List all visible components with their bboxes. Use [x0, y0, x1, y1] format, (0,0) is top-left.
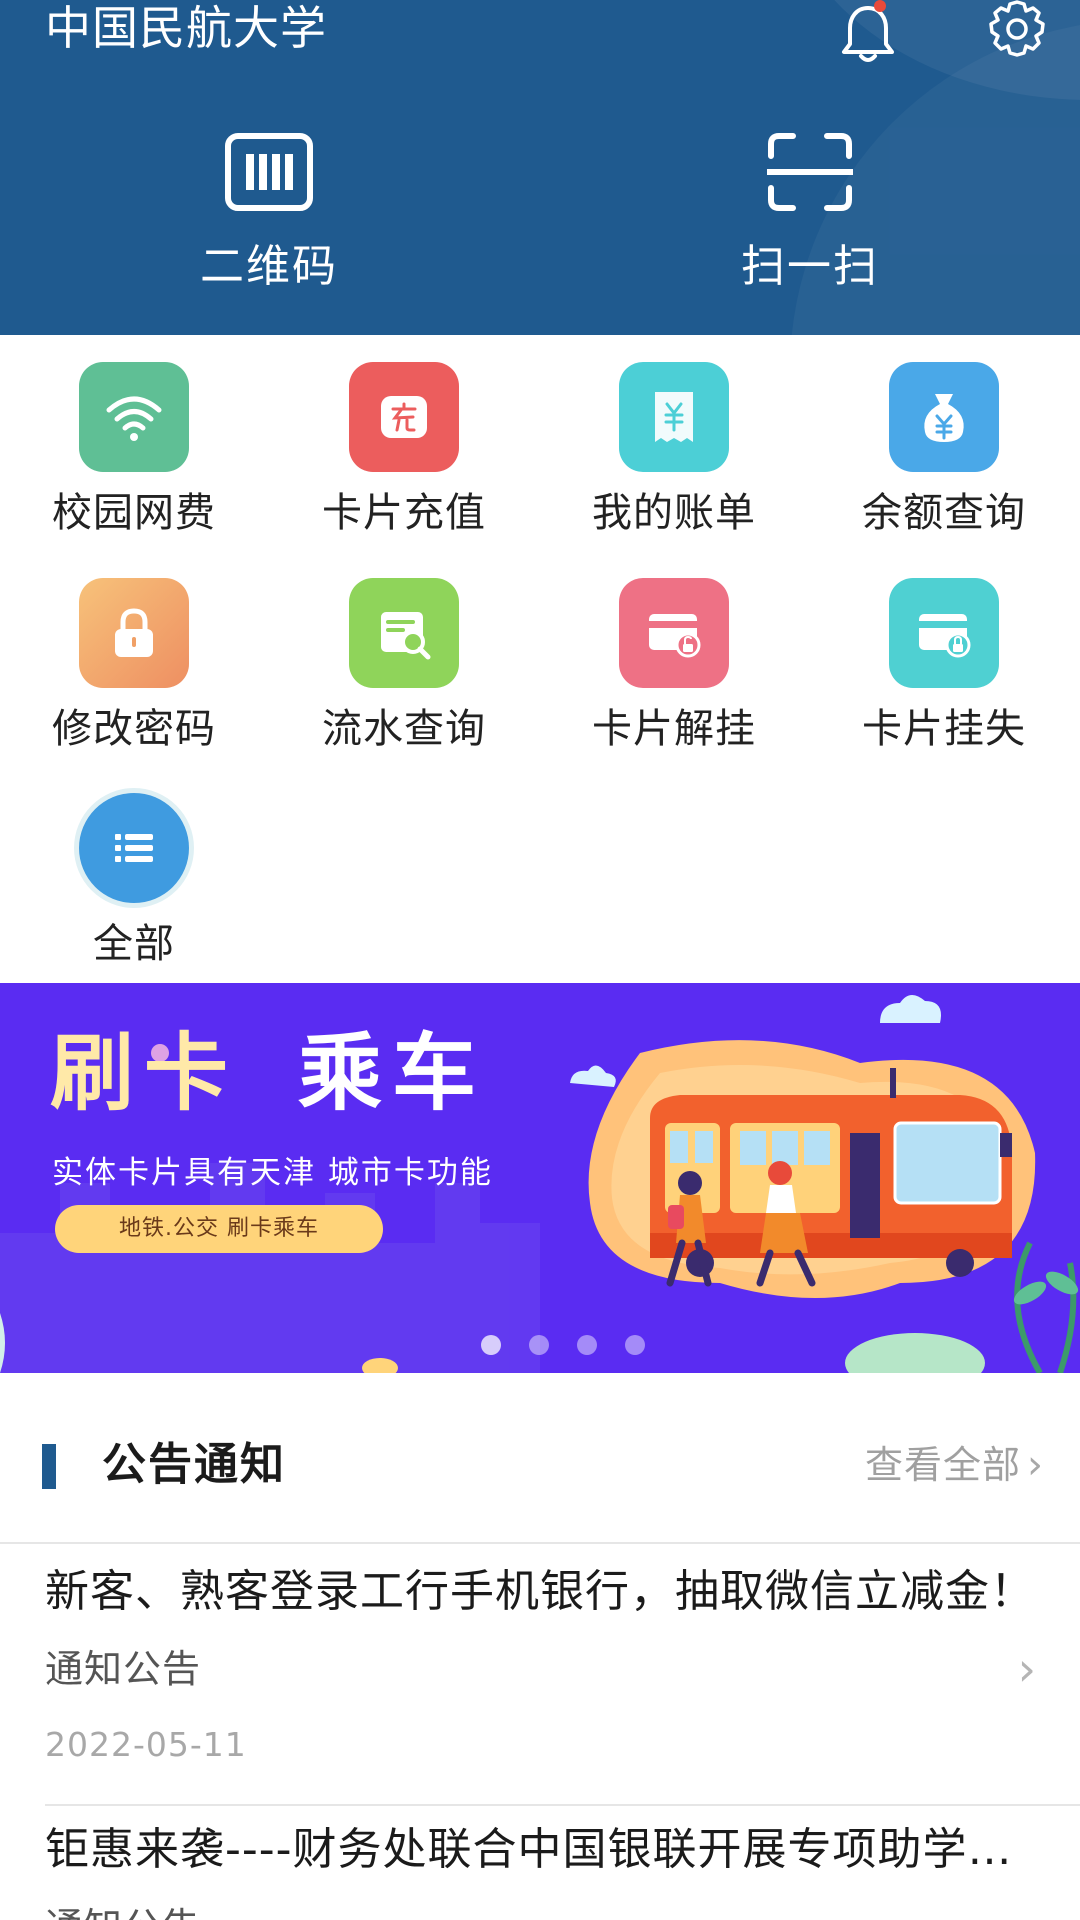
notice-item-date: 2022-05-11	[45, 1725, 247, 1764]
service-all[interactable]: 全部	[24, 793, 244, 993]
carousel-indicator[interactable]	[0, 1335, 1080, 1355]
notice-item-category: 通知公告	[45, 1647, 202, 1691]
card-unlock-icon	[619, 578, 729, 688]
service-label: 校园网费	[52, 490, 216, 536]
banner-subtitle: 实体卡片具有天津 城市卡功能	[52, 1155, 493, 1191]
chevron-right-icon: ›	[1017, 1642, 1036, 1696]
barcode-icon	[225, 133, 313, 211]
service-campus-network[interactable]: 校园网费	[24, 362, 244, 562]
search-record-icon	[349, 578, 459, 688]
service-label: 我的账单	[592, 490, 756, 536]
service-grid: 校园网费 卡片充值 我的账单 余额查询 修改密码 流水查询 卡片解挂 卡片挂失 …	[0, 335, 1080, 983]
wifi-icon	[79, 362, 189, 472]
service-label: 卡片充值	[322, 490, 486, 536]
service-label: 流水查询	[322, 706, 486, 752]
view-all-label: 查看全部	[864, 1443, 1021, 1487]
service-card-recharge[interactable]: 卡片充值	[294, 362, 514, 562]
qrcode-button[interactable]: 二维码	[159, 132, 379, 312]
card-lock-icon	[889, 578, 999, 688]
service-card-report-loss[interactable]: 卡片挂失	[834, 578, 1054, 778]
carousel-dot[interactable]	[577, 1335, 597, 1355]
chevron-right-icon: ›	[1027, 1442, 1044, 1488]
notice-title: 公告通知	[102, 1439, 286, 1490]
qrcode-label: 二维码	[200, 241, 338, 292]
lock-icon	[79, 578, 189, 688]
recharge-icon	[349, 362, 459, 472]
notice-item-title: 新客、熟客登录工行手机银行，抽取微信立减金！	[45, 1566, 1035, 1617]
view-all-link[interactable]: 查看全部 ›	[865, 1437, 1044, 1493]
promo-banner[interactable]: 刷卡 乘车 实体卡片具有天津 城市卡功能 地铁.公交 刷卡乘车	[0, 983, 1080, 1373]
bill-icon	[619, 362, 729, 472]
service-label: 修改密码	[52, 706, 216, 752]
service-label: 卡片解挂	[592, 706, 756, 752]
divider	[0, 1542, 1080, 1544]
service-transaction-query[interactable]: 流水查询	[294, 578, 514, 778]
service-label: 余额查询	[862, 490, 1026, 536]
service-balance-query[interactable]: 余额查询	[834, 362, 1054, 562]
notice-item-category: 通知公告	[45, 1900, 201, 1920]
bus-illustration	[650, 1068, 1012, 1277]
gear-icon[interactable]	[982, 0, 1052, 62]
notice-item[interactable]: 新客、熟客登录工行手机银行，抽取微信立减金！ 通知公告 2022-05-11 ›	[0, 1562, 1080, 1802]
money-bag-icon	[889, 362, 999, 472]
scan-button[interactable]: 扫一扫	[700, 132, 920, 312]
service-card-unfreeze[interactable]: 卡片解挂	[564, 578, 784, 778]
banner-pill: 地铁.公交 刷卡乘车	[55, 1205, 383, 1253]
bell-icon[interactable]	[836, 0, 900, 66]
service-label: 卡片挂失	[862, 706, 1026, 752]
divider	[45, 1804, 1080, 1806]
scan-icon	[767, 133, 853, 211]
service-label: 全部	[93, 921, 175, 967]
service-my-bill[interactable]: 我的账单	[564, 362, 784, 562]
app-title: 中国民航大学	[45, 1, 327, 55]
notice-header: 公告通知 查看全部 ›	[0, 1373, 1080, 1543]
section-accent-bar	[42, 1444, 56, 1489]
app-header: 中国民航大学 二维码 扫一扫	[0, 0, 1080, 335]
carousel-dot[interactable]	[529, 1335, 549, 1355]
service-change-password[interactable]: 修改密码	[24, 578, 244, 778]
banner-title: 刷卡 乘车	[50, 1024, 487, 1122]
carousel-dot[interactable]	[625, 1335, 645, 1355]
list-icon	[79, 793, 189, 903]
carousel-dot[interactable]	[481, 1335, 501, 1355]
scan-label: 扫一扫	[741, 241, 879, 292]
notice-item-title: 钜惠来袭----财务处联合中国银联开展专项助学…	[45, 1824, 1013, 1875]
notice-item[interactable]: 钜惠来袭----财务处联合中国银联开展专项助学… 通知公告	[0, 1820, 1080, 1920]
